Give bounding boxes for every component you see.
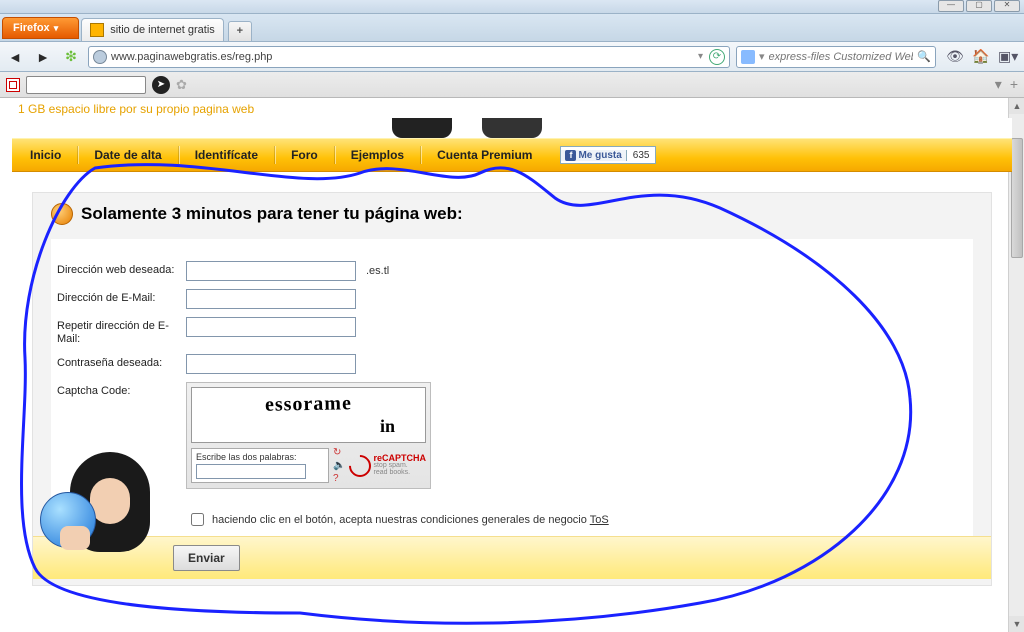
window-minimize-button[interactable]: — bbox=[938, 0, 964, 12]
page-body: 1 GB espacio libre por su propio pagina … bbox=[12, 98, 1012, 586]
clock-icon bbox=[51, 203, 73, 225]
nav-toolbar: ◄ ► ❇ ▾ ⟳ ▾ 🔍 👁 🏠 ▣▾ bbox=[0, 42, 1024, 72]
aux-search-input[interactable] bbox=[26, 76, 146, 94]
recaptcha-logo-icon bbox=[345, 450, 376, 481]
tos-link[interactable]: ToS bbox=[590, 514, 609, 526]
web-address-suffix: .es.tl bbox=[366, 261, 389, 277]
input-email-repeat[interactable] bbox=[186, 317, 356, 337]
noscript-icon[interactable] bbox=[6, 78, 20, 92]
search-input[interactable] bbox=[769, 51, 914, 63]
tab-favicon-icon bbox=[90, 23, 104, 37]
extension-b-icon[interactable]: 👁 bbox=[946, 48, 964, 66]
menu-item-ejemplos[interactable]: Ejemplos bbox=[343, 148, 412, 162]
menu-item-cuenta-premium[interactable]: Cuenta Premium bbox=[429, 148, 540, 162]
site-identity-icon bbox=[93, 50, 107, 64]
facebook-like-widget[interactable]: fMe gusta 635 bbox=[560, 146, 656, 164]
forward-button[interactable]: ► bbox=[32, 46, 54, 68]
label-password: Contraseña deseada: bbox=[51, 354, 186, 369]
captcha-audio-icon[interactable]: 🔈 bbox=[333, 460, 345, 471]
bookmarks-toolbar: ➤ ✿ ▾ + bbox=[0, 72, 1024, 98]
fb-like-count: 635 bbox=[627, 150, 656, 161]
captcha-help-icon[interactable]: ? bbox=[333, 473, 345, 484]
input-password[interactable] bbox=[186, 354, 356, 374]
site-slogan: 1 GB espacio libre por su propio pagina … bbox=[12, 98, 1012, 118]
home-button[interactable]: 🏠 bbox=[972, 48, 990, 66]
firefox-menu-label: Firefox bbox=[13, 22, 50, 34]
captcha-widget: essorame in Escribe las dos palabras: ↻ … bbox=[186, 382, 431, 489]
recaptcha-brand: reCAPTCHA stop spam. read books. bbox=[349, 455, 426, 477]
header-image bbox=[12, 118, 1012, 138]
firefox-menu-button[interactable]: Firefox bbox=[2, 17, 79, 39]
window-titlebar: — ▢ ✕ bbox=[0, 0, 1024, 14]
main-menu: Inicio Date de alta Identifícate Foro Ej… bbox=[12, 138, 1012, 172]
tabstrip: Firefox sitio de internet gratis + bbox=[0, 14, 1024, 42]
captcha-image: essorame in bbox=[191, 387, 426, 443]
new-tab-button[interactable]: + bbox=[228, 21, 252, 41]
recaptcha-tagline-1: stop spam. bbox=[373, 462, 407, 469]
back-button[interactable]: ◄ bbox=[4, 46, 26, 68]
aux-search-go-button[interactable]: ➤ bbox=[152, 76, 170, 94]
recaptcha-tagline-2: read books. bbox=[373, 469, 410, 476]
captcha-input[interactable] bbox=[196, 464, 306, 479]
signup-form: Dirección web deseada: .es.tl Dirección … bbox=[51, 239, 973, 569]
label-web-address: Dirección web deseada: bbox=[51, 261, 186, 276]
input-web-address[interactable] bbox=[186, 261, 356, 281]
menu-item-date-de-alta[interactable]: Date de alta bbox=[86, 148, 169, 162]
menu-item-identificate[interactable]: Identifícate bbox=[187, 148, 266, 162]
fb-like-label: Me gusta bbox=[578, 150, 621, 161]
panel-headline: Solamente 3 minutos para tener tu página… bbox=[81, 204, 463, 224]
search-go-icon[interactable]: 🔍 bbox=[917, 50, 931, 63]
input-email[interactable] bbox=[186, 289, 356, 309]
captcha-entry-label: Escribe las dos palabras: bbox=[196, 452, 324, 462]
scroll-down-button[interactable]: ▼ bbox=[1009, 616, 1024, 632]
decorative-person-globe-image bbox=[40, 452, 180, 562]
label-captcha: Captcha Code: bbox=[51, 382, 186, 397]
reload-button[interactable]: ⟳ bbox=[709, 49, 725, 65]
url-right-controls: ▾ ⟳ bbox=[698, 49, 725, 65]
dropdown-icon[interactable]: ▾ bbox=[698, 51, 703, 62]
menu-item-foro[interactable]: Foro bbox=[283, 148, 326, 162]
extension-a-icon[interactable]: ❇ bbox=[60, 46, 82, 68]
captcha-word-1: essorame bbox=[265, 392, 352, 417]
captcha-word-2: in bbox=[380, 416, 395, 437]
tos-checkbox[interactable] bbox=[191, 513, 204, 526]
aux-right-icon-b[interactable]: + bbox=[1010, 76, 1018, 93]
aux-right-icon-a[interactable]: ▾ bbox=[995, 76, 1002, 93]
aux-settings-icon[interactable]: ✿ bbox=[176, 77, 187, 93]
url-bar[interactable]: ▾ ⟳ bbox=[88, 46, 730, 68]
tos-row: haciendo clic en el botón, acepta nuestr… bbox=[51, 493, 973, 536]
menu-item-inicio[interactable]: Inicio bbox=[22, 148, 69, 162]
captcha-refresh-icon[interactable]: ↻ bbox=[333, 447, 345, 458]
scroll-thumb[interactable] bbox=[1011, 138, 1023, 258]
bookmarks-menu-button[interactable]: ▣▾ bbox=[998, 48, 1016, 66]
tab-active[interactable]: sitio de internet gratis bbox=[81, 18, 224, 41]
url-input[interactable] bbox=[111, 51, 694, 63]
window-maximize-button[interactable]: ▢ bbox=[966, 0, 992, 12]
submit-button[interactable]: Enviar bbox=[173, 545, 240, 571]
label-email-repeat: Repetir dirección de E-Mail: bbox=[51, 317, 186, 346]
tos-text: haciendo clic en el botón, acepta nuestr… bbox=[212, 514, 590, 526]
label-email: Dirección de E-Mail: bbox=[51, 289, 186, 304]
search-engine-icon[interactable] bbox=[741, 50, 755, 64]
tab-title: sitio de internet gratis bbox=[110, 24, 215, 36]
recaptcha-brand-name: reCAPTCHA bbox=[373, 455, 426, 462]
content-viewport: ▲ ▼ 1 GB espacio libre por su propio pag… bbox=[0, 98, 1024, 632]
window-close-button[interactable]: ✕ bbox=[994, 0, 1020, 12]
search-bar[interactable]: ▾ 🔍 bbox=[736, 46, 936, 68]
